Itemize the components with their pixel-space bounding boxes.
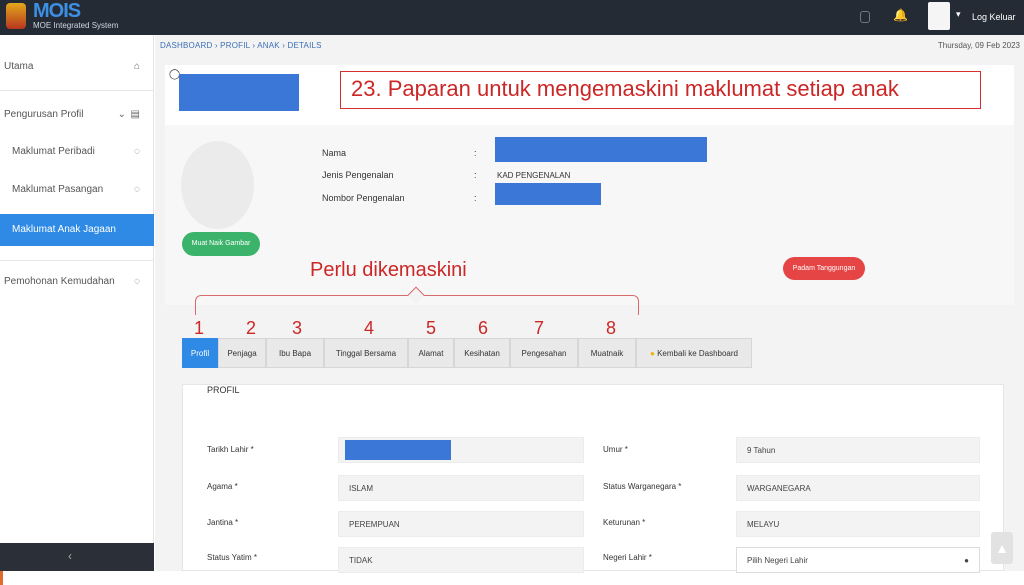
sidebar-item-label: Maklumat Peribadi [12,146,95,157]
label-umur: Umur * [603,445,628,454]
sidebar-item-maklumat-pasangan[interactable]: Maklumat Pasangan ◌ [0,184,154,204]
app-logo-subtitle: MOE Integrated System [33,21,119,30]
label-status-yatim: Status Yatim * [207,553,257,562]
redacted-date-value [345,440,451,460]
tab-tinggal-bersama[interactable]: Tinggal Bersama [324,338,408,368]
chevron-down-icon: ● [964,556,969,565]
keturunan-field[interactable]: MELAYU [736,511,980,537]
annotation-bracket [195,286,639,315]
label-keturunan: Keturunan * [603,518,646,527]
circle-icon: ◌ [134,184,140,195]
tab-muatnaik[interactable]: Muatnaik [578,338,636,368]
tab-label: Kembali ke Dashboard [657,349,738,358]
upload-photo-button[interactable]: Muat Naik Gambar [182,232,260,256]
profile-form: PROFIL Tarikh Lahir * Umur * 9 Tahun Aga… [182,384,1004,573]
sidebar-item-label: Maklumat Anak Jagaan [12,224,116,235]
logout-link[interactable]: Log Keluar [972,12,1016,22]
circle-icon: ◌ [134,146,140,157]
tab-back-to-dashboard[interactable]: ● Kembali ke Dashboard [636,338,752,368]
annotation-number: 8 [606,318,617,338]
tab-profil[interactable]: Profil [182,338,218,368]
annotation-title-box: 23. Paparan untuk mengemaskini maklumat … [340,71,981,109]
agama-field[interactable]: ISLAM [338,475,584,501]
sidebar-item-maklumat-peribadi[interactable]: Maklumat Peribadi ◌ [0,146,154,166]
sidebar-collapse-bar[interactable]: ‹ [0,543,154,571]
breadcrumb[interactable]: DASHBOARD › PROFIL › ANAK › DETAILS [160,41,322,50]
tab-penjaga[interactable]: Penjaga [218,338,266,368]
user-menu-caret-icon[interactable]: ▾ [956,9,961,20]
field-value-jenis-pengenalan: KAD PENGENALAN [497,171,571,180]
annotation-number: 5 [426,318,437,338]
annotation-number: 3 [292,318,303,338]
fullscreen-icon[interactable] [860,11,870,23]
main-content: DASHBOARD › PROFIL › ANAK › DETAILS Thur… [155,35,1024,573]
label-status-warganegara: Status Warganegara * [603,482,682,491]
sidebar-item-label: Utama [4,61,34,72]
field-label-jenis-pengenalan: Jenis Pengenalan [322,170,394,180]
tarikh-lahir-field[interactable] [338,437,584,463]
form-title: PROFIL [207,385,240,395]
tab-ibu-bapa[interactable]: Ibu Bapa [266,338,324,368]
sidebar-item-label: Maklumat Pasangan [12,184,104,195]
dot-icon: ● [649,349,655,358]
profile-card: Muat Naik Gambar Nama : Jenis Pengenalan… [165,125,1014,305]
sidebar-item-label: Pengurusan Profil [4,109,84,120]
tab-alamat[interactable]: Alamat [408,338,454,368]
app-logo-text[interactable]: MOIS [33,0,81,23]
bell-icon[interactable]: 🔔 [893,8,908,22]
status-yatim-field[interactable]: TIDAK [338,547,584,573]
sidebar-item-label: Pemohonan Kemudahan [4,276,115,287]
field-label-nombor-pengenalan: Nombor Pengenalan [322,193,405,203]
redacted-name-value [495,137,707,162]
field-colon: : [474,193,477,203]
sidebar-item-maklumat-anak-jagaan[interactable]: Maklumat Anak Jagaan [0,214,154,246]
annotation-perlu: Perlu dikemaskini [310,259,467,281]
circle-icon: ◌ [134,276,140,287]
home-icon: ⌂ [133,61,140,72]
field-label-nama: Nama [322,148,347,158]
page-header: ◯ 23. Paparan untuk mengemaskini makluma… [165,65,1014,125]
current-date: Thursday, 09 Feb 2023 [937,41,1020,50]
sidebar: Utama ⌂ Pengurusan Profil ⌄ ▤ Maklumat P… [0,35,154,585]
annotation-title: 23. Paparan untuk mengemaskini maklumat … [351,76,899,101]
sidebar-item-utama[interactable]: Utama ⌂ [0,61,154,81]
crest-logo-icon [6,3,26,29]
profile-photo [181,141,254,229]
document-icon: ▤ [130,109,140,120]
negeri-lahir-select[interactable]: Pilih Negeri Lahir ● [736,547,980,573]
annotation-number: 1 [194,318,205,338]
user-avatar[interactable] [928,2,950,30]
redacted-name-block [179,74,299,111]
status-warganegara-field[interactable]: WARGANEGARA [736,475,980,501]
annotation-number: 4 [364,318,375,338]
tab-kesihatan[interactable]: Kesihatan [454,338,510,368]
annotation-number: 6 [478,318,489,338]
field-colon: : [474,148,477,158]
label-jantina: Jantina * [207,518,239,527]
annotation-number: 2 [246,318,257,338]
collapse-icon[interactable]: ‹ [68,549,72,563]
top-navbar: MOIS MOE Integrated System 🔔 ▾ Log Kelua… [0,0,1024,35]
annotation-number: 7 [534,318,545,338]
label-agama: Agama * [207,482,238,491]
chevron-down-icon: ⌄ [117,109,126,120]
remove-dependent-button[interactable]: Padam Tanggungan [783,257,865,280]
negeri-lahir-placeholder: Pilih Negeri Lahir [747,556,808,565]
label-negeri-lahir: Negeri Lahir * [603,553,652,562]
sidebar-divider [0,260,154,261]
umur-field[interactable]: 9 Tahun [736,437,980,463]
sidebar-item-pemohonan-kemudahan[interactable]: Pemohonan Kemudahan ◌ [0,276,154,296]
jantina-field[interactable]: PEREMPUAN [338,511,584,537]
sidebar-item-pengurusan-profil[interactable]: Pengurusan Profil ⌄ ▤ [0,109,154,129]
field-colon: : [474,170,477,180]
redacted-id-value [495,183,601,205]
sidebar-divider [0,90,154,91]
scroll-to-top-button[interactable]: ▲ [991,532,1013,564]
label-tarikh-lahir: Tarikh Lahir * [207,445,254,454]
tab-pengesahan[interactable]: Pengesahan [510,338,578,368]
